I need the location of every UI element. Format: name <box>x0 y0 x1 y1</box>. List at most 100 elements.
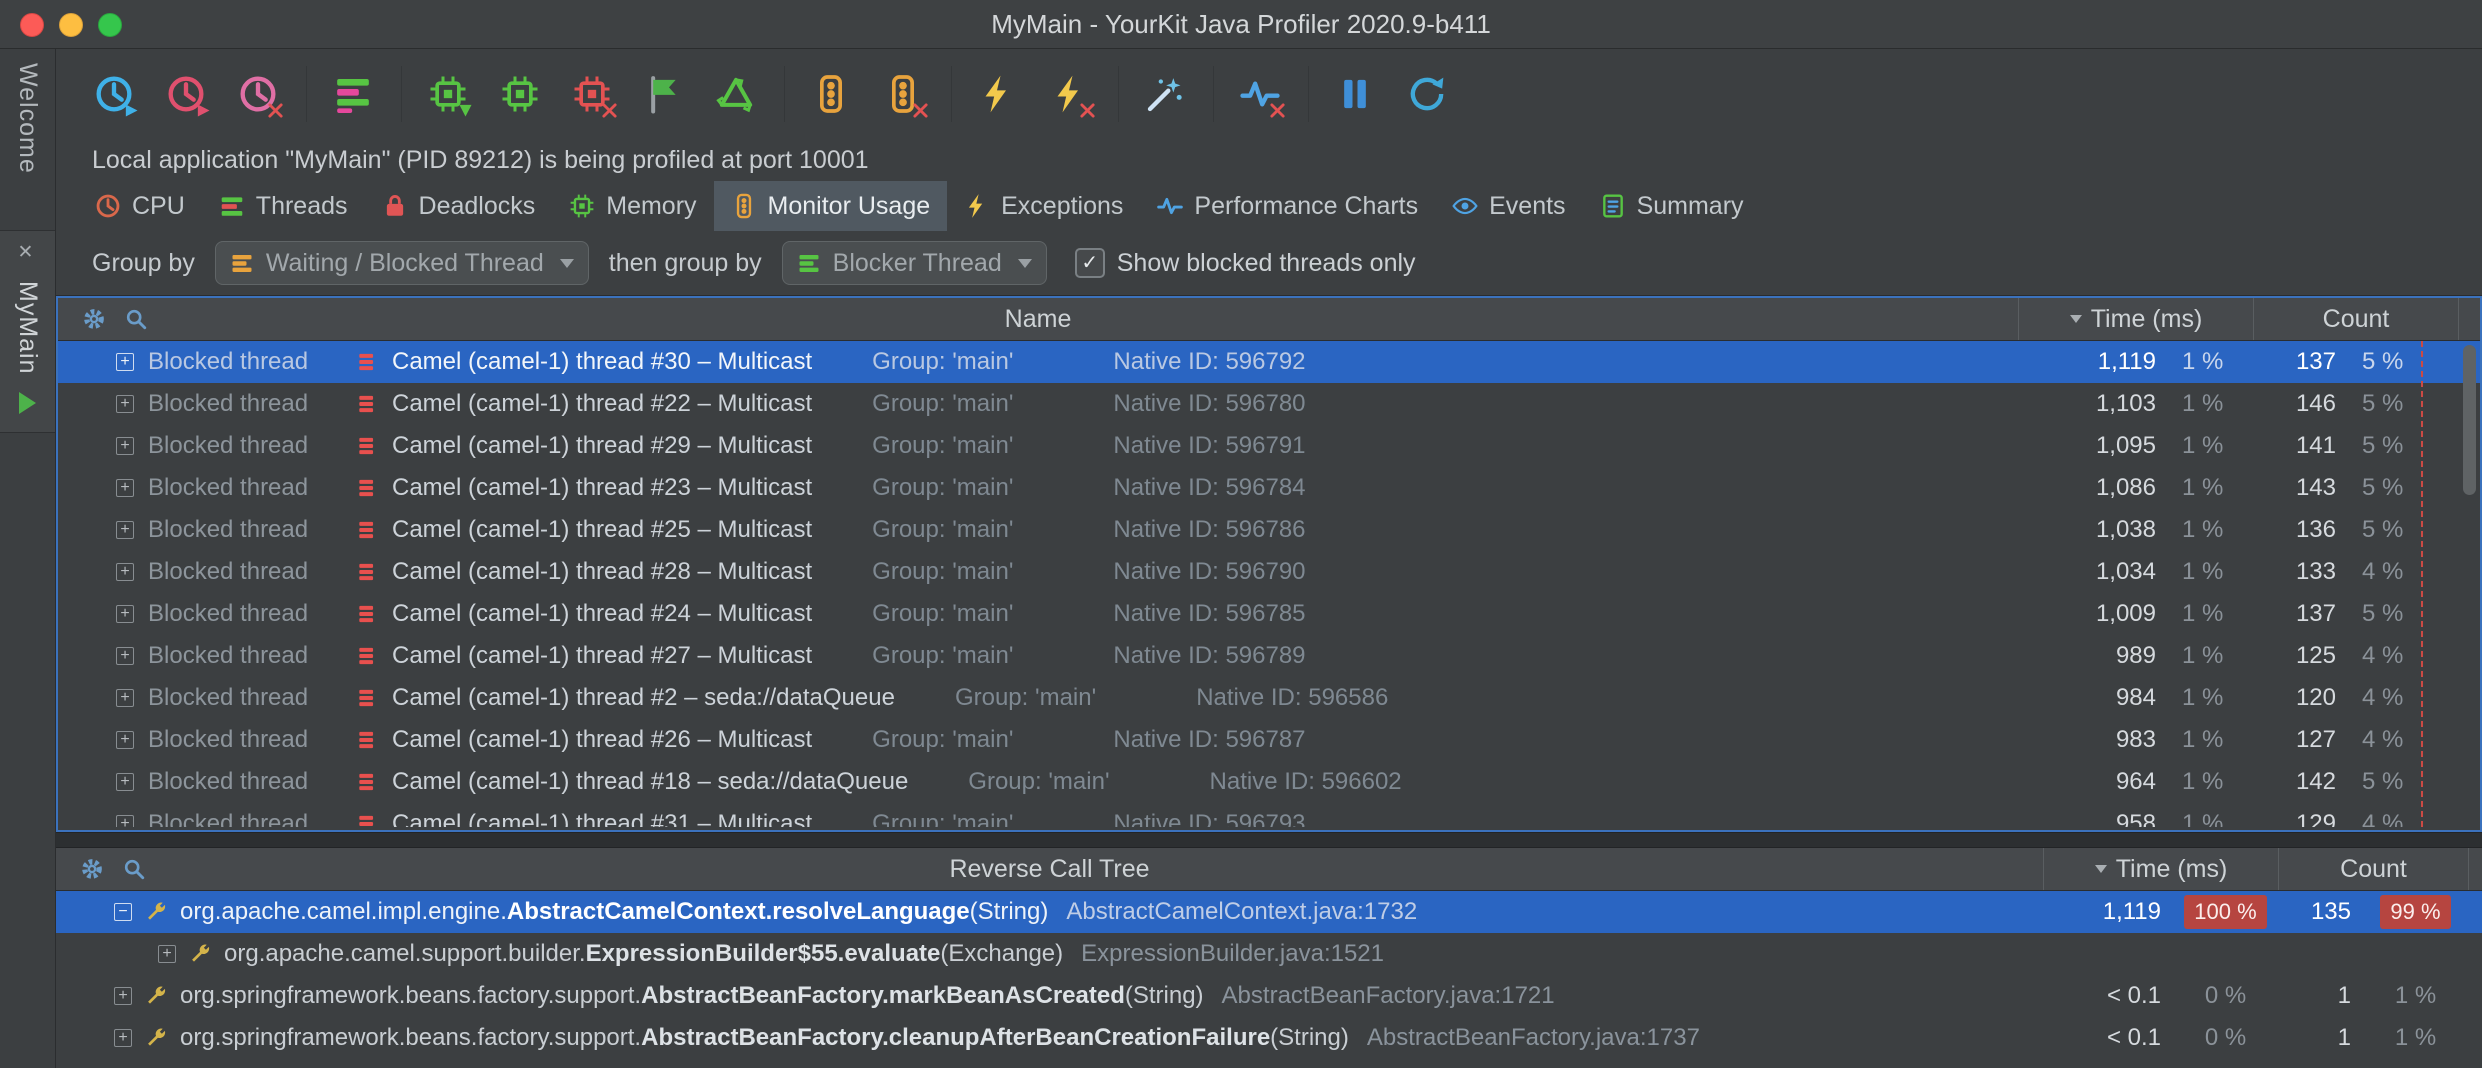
search-icon[interactable] <box>124 307 148 331</box>
expand-icon[interactable] <box>114 1029 132 1047</box>
blocked-thread-icon <box>356 813 378 827</box>
expand-icon[interactable] <box>116 605 134 623</box>
close-window-button[interactable] <box>20 13 44 37</box>
search-icon[interactable] <box>122 857 146 881</box>
column-header-time[interactable]: Time (ms) <box>2043 848 2278 890</box>
method-icon <box>188 942 212 966</box>
session-tab-mymain[interactable]: MyMain <box>0 230 55 434</box>
vertical-scrollbar[interactable] <box>2463 345 2476 495</box>
blocked-thread-icon <box>356 603 378 625</box>
blocked-thread-icon <box>356 561 378 583</box>
method-icon <box>144 900 168 924</box>
generation-flag-icon[interactable] <box>644 73 686 115</box>
column-header-count[interactable]: Count <box>2278 848 2468 890</box>
expand-icon[interactable] <box>116 731 134 749</box>
column-header-count[interactable]: Count <box>2253 298 2458 340</box>
view-tabs: CPU Threads Deadlocks Memory <box>56 181 2482 231</box>
start-cpu-sampling-icon[interactable] <box>94 73 136 115</box>
expand-icon[interactable] <box>116 563 134 581</box>
toolbar <box>56 49 2482 139</box>
blocked-thread-icon <box>356 393 378 415</box>
tab-performance-charts[interactable]: Performance Charts <box>1140 181 1435 231</box>
expand-icon[interactable] <box>116 479 134 497</box>
table-row[interactable]: Blocked thread Camel (camel-1) thread #2… <box>58 425 2480 467</box>
table-row[interactable]: Blocked thread Camel (camel-1) thread #2… <box>58 467 2480 509</box>
call-tree-header: Reverse Call Tree Time (ms) Count <box>56 848 2482 891</box>
tab-monitor-usage[interactable]: Monitor Usage <box>714 181 948 231</box>
close-icon[interactable] <box>18 243 38 263</box>
expand-icon[interactable] <box>116 689 134 707</box>
start-cpu-tracing-icon[interactable] <box>166 73 208 115</box>
table-row[interactable]: Blocked thread Camel (camel-1) thread #2… <box>58 677 2480 719</box>
welcome-tab[interactable]: Welcome <box>0 49 55 174</box>
expand-icon[interactable] <box>114 987 132 1005</box>
table-row[interactable]: Blocked thread Camel (camel-1) thread #2… <box>58 635 2480 677</box>
then-group-by-dropdown[interactable]: Blocker Thread <box>782 241 1047 285</box>
stop-exception-profiling-icon[interactable] <box>1050 73 1092 115</box>
minimize-window-button[interactable] <box>59 13 83 37</box>
grouping-bar: Group by Waiting / Blocked Thread then g… <box>56 231 2482 296</box>
window-controls <box>20 13 122 37</box>
thread-profiling-icon[interactable] <box>333 73 375 115</box>
gear-icon[interactable] <box>82 307 106 331</box>
expand-icon[interactable] <box>116 773 134 791</box>
expand-icon[interactable] <box>116 437 134 455</box>
expand-icon[interactable] <box>116 521 134 539</box>
tab-cpu[interactable]: CPU <box>78 181 202 231</box>
stop-cpu-profiling-icon[interactable] <box>238 73 280 115</box>
table-row[interactable]: Blocked thread Camel (camel-1) thread #2… <box>58 551 2480 593</box>
memory-snapshot-icon[interactable] <box>500 73 542 115</box>
yourkit-window: MyMain - YourKit Java Profiler 2020.9-b4… <box>0 0 2482 1068</box>
show-blocked-threads-checkbox[interactable]: Show blocked threads only <box>1075 248 1416 278</box>
tree-row[interactable]: org.apache.camel.support.builder.Express… <box>56 933 2482 975</box>
method-icon <box>144 1026 168 1050</box>
chevron-down-icon <box>560 259 574 268</box>
tab-events[interactable]: Events <box>1435 181 1582 231</box>
start-monitor-profiling-icon[interactable] <box>811 73 853 115</box>
expand-icon[interactable] <box>158 945 176 963</box>
tab-memory[interactable]: Memory <box>552 181 713 231</box>
table-row[interactable]: Blocked thread Camel (camel-1) thread #3… <box>58 803 2480 827</box>
tree-row[interactable]: org.apache.camel.impl.engine.AbstractCam… <box>56 891 2482 933</box>
refresh-icon[interactable] <box>1407 73 1449 115</box>
inspections-icon[interactable] <box>1145 73 1187 115</box>
collapse-icon[interactable] <box>114 903 132 921</box>
tab-deadlocks[interactable]: Deadlocks <box>365 181 553 231</box>
tree-row[interactable]: org.springframework.beans.factory.suppor… <box>56 1017 2482 1059</box>
stop-monitor-profiling-icon[interactable] <box>883 73 925 115</box>
table-row[interactable]: Blocked thread Camel (camel-1) thread #2… <box>58 509 2480 551</box>
table-row[interactable]: Blocked thread Camel (camel-1) thread #2… <box>58 719 2480 761</box>
table-row[interactable]: Blocked thread Camel (camel-1) thread #3… <box>58 341 2480 383</box>
start-exception-profiling-icon[interactable] <box>978 73 1020 115</box>
tree-row[interactable]: org.springframework.beans.factory.suppor… <box>56 975 2482 1017</box>
expand-icon[interactable] <box>116 353 134 371</box>
blocked-thread-icon <box>356 477 378 499</box>
expand-icon[interactable] <box>116 395 134 413</box>
clear-charts-icon[interactable] <box>1240 73 1282 115</box>
tab-threads[interactable]: Threads <box>202 181 365 231</box>
sort-desc-icon <box>2095 865 2107 873</box>
start-allocation-recording-icon[interactable] <box>428 73 470 115</box>
zoom-window-button[interactable] <box>98 13 122 37</box>
expand-icon[interactable] <box>116 815 134 827</box>
pause-icon[interactable] <box>1335 73 1377 115</box>
table-row[interactable]: Blocked thread Camel (camel-1) thread #2… <box>58 383 2480 425</box>
stop-allocation-recording-icon[interactable] <box>572 73 614 115</box>
blocked-thread-icon <box>356 645 378 667</box>
column-header-time[interactable]: Time (ms) <box>2018 298 2253 340</box>
titlebar: MyMain - YourKit Java Profiler 2020.9-b4… <box>0 0 2482 49</box>
blocked-thread-icon <box>356 351 378 373</box>
group-by-dropdown[interactable]: Waiting / Blocked Thread <box>215 241 589 285</box>
column-header-name[interactable]: Name <box>1005 305 1072 334</box>
monitor-table-header: Name Time (ms) Count <box>58 298 2480 341</box>
expand-icon[interactable] <box>116 647 134 665</box>
checkbox-icon <box>1075 248 1105 278</box>
table-row[interactable]: Blocked thread Camel (camel-1) thread #1… <box>58 761 2480 803</box>
force-gc-icon[interactable] <box>716 73 758 115</box>
gear-icon[interactable] <box>80 857 104 881</box>
blocked-thread-icon <box>356 435 378 457</box>
panel-splitter[interactable] <box>56 832 2482 848</box>
table-row[interactable]: Blocked thread Camel (camel-1) thread #2… <box>58 593 2480 635</box>
tab-summary[interactable]: Summary <box>1583 181 1761 231</box>
tab-exceptions[interactable]: Exceptions <box>947 181 1140 231</box>
